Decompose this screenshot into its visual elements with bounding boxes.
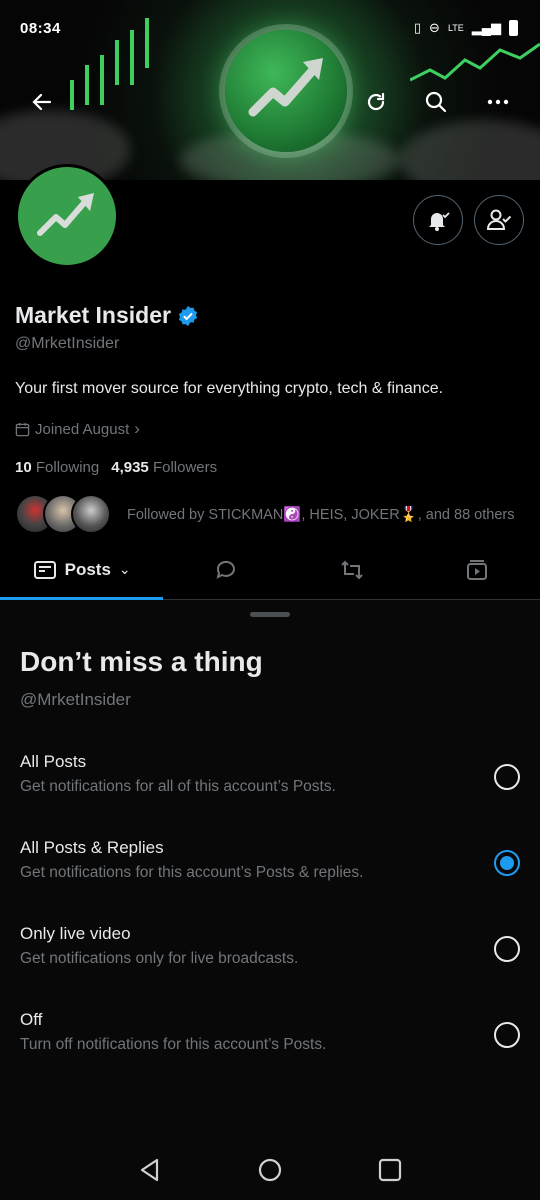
more-button[interactable]	[478, 82, 518, 122]
tab-reposts[interactable]	[289, 540, 415, 599]
more-icon	[487, 99, 509, 105]
nav-home-button[interactable]	[250, 1150, 290, 1190]
tab-media[interactable]	[414, 540, 540, 599]
following-link[interactable]: 10 Following	[15, 459, 99, 476]
option-subtitle: Get notifications for this account’s Pos…	[20, 864, 364, 881]
tab-replies[interactable]	[163, 540, 289, 599]
battery-icon	[509, 20, 518, 36]
follow-stats: 10 Following 4,935 Followers	[15, 459, 217, 476]
option-title: All Posts	[20, 752, 87, 771]
posts-icon	[33, 560, 56, 579]
following-button[interactable]	[474, 195, 524, 245]
profile-bio: Your first mover source for everything c…	[15, 380, 444, 397]
radio-all-posts[interactable]	[494, 764, 520, 790]
status-icons: ▯ ⊖ LTE ▂▄▆	[414, 20, 518, 36]
followed-by-text: Followed by STICKMAN☯️, HEIS, JOKER🎖️, a…	[127, 506, 515, 523]
square-recents-icon	[378, 1158, 402, 1182]
network-label: LTE	[447, 23, 464, 33]
status-time: 08:34	[20, 20, 61, 37]
chevron-right-icon: ›	[134, 419, 140, 438]
option-subtitle: Get notifications only for live broadcas…	[20, 950, 299, 967]
refresh-button[interactable]	[356, 82, 396, 122]
refresh-icon	[367, 92, 385, 111]
notifications-button[interactable]	[413, 195, 463, 245]
followers-label: Followers	[152, 459, 218, 476]
radio-all-posts-replies[interactable]	[494, 850, 520, 876]
profile-avatar[interactable]	[15, 164, 119, 268]
tab-posts-label: Posts	[64, 559, 111, 579]
joined-text: Joined August	[35, 420, 130, 438]
profile-name: Market Insider	[15, 302, 199, 329]
trend-up-icon	[37, 193, 94, 236]
media-icon	[467, 559, 488, 580]
back-button[interactable]	[22, 82, 62, 122]
followed-by[interactable]: Followed by STICKMAN☯️, HEIS, JOKER🎖️, a…	[15, 494, 514, 534]
vibrate-icon: ▯	[413, 20, 422, 35]
calendar-icon	[15, 422, 30, 436]
search-button[interactable]	[416, 82, 456, 122]
option-all-posts[interactable]: All Posts Get notifications for all of t…	[0, 752, 540, 832]
signal-icon: ▂▄▆	[471, 20, 501, 35]
triangle-back-icon	[140, 1158, 159, 1182]
notification-settings-sheet: Don’t miss a thing @MrketInsider All Pos…	[0, 600, 540, 1200]
sheet-title: Don’t miss a thing	[20, 646, 263, 677]
profile-handle: @MrketInsider	[15, 335, 120, 352]
status-bar: 08:34 ▯ ⊖ LTE ▂▄▆	[0, 0, 540, 60]
option-subtitle: Get notifications for all of this accoun…	[20, 778, 336, 795]
option-subtitle: Turn off notifications for this account’…	[20, 1036, 327, 1053]
chevron-down-icon: ⌄	[118, 561, 131, 577]
repost-icon	[340, 560, 363, 579]
followers-count: 4,935	[111, 459, 149, 476]
nav-back-button[interactable]	[130, 1150, 170, 1190]
profile-tabs: Posts ⌄	[0, 540, 540, 600]
option-title: Off	[20, 1010, 43, 1029]
joined-date[interactable]: Joined August ›	[15, 419, 140, 439]
sheet-handle: @MrketInsider	[20, 690, 131, 709]
option-only-live-video[interactable]: Only live video Get notifications only f…	[0, 924, 540, 1004]
radio-only-live-video[interactable]	[494, 936, 520, 962]
profile-name-text: Market Insider	[15, 302, 171, 328]
nav-recents-button[interactable]	[370, 1150, 410, 1190]
system-nav-bar	[0, 1140, 540, 1200]
arrow-left-icon	[32, 93, 52, 111]
reply-icon	[216, 560, 236, 579]
radio-off[interactable]	[494, 1022, 520, 1048]
option-all-posts-replies[interactable]: All Posts & Replies Get notifications fo…	[0, 838, 540, 918]
option-off[interactable]: Off Turn off notifications for this acco…	[0, 1010, 540, 1090]
circle-home-icon	[258, 1158, 282, 1182]
verified-badge-icon[interactable]	[177, 305, 199, 327]
option-title: Only live video	[20, 924, 131, 943]
person-check-icon	[486, 209, 512, 230]
following-label: Following	[35, 459, 100, 476]
option-title: All Posts & Replies	[20, 838, 164, 857]
following-count: 10	[15, 459, 32, 476]
avatar	[71, 494, 111, 534]
sheet-grabber[interactable]	[250, 612, 290, 617]
search-icon	[425, 91, 447, 113]
bell-check-icon	[429, 212, 450, 231]
tab-posts[interactable]: Posts ⌄	[0, 540, 164, 600]
dnd-icon: ⊖	[429, 20, 440, 35]
followers-link[interactable]: 4,935 Followers	[111, 459, 217, 476]
